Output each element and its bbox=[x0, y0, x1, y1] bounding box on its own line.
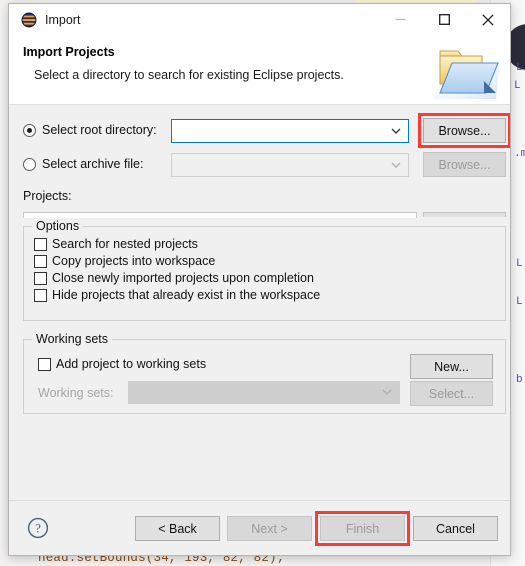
finish-button: Finish bbox=[320, 516, 405, 541]
chevron-down-icon bbox=[391, 162, 401, 168]
dialog-footer: ? < Back Next > Finish Cancel bbox=[9, 500, 510, 555]
option-hide-existing[interactable]: Hide projects that already exist in the … bbox=[34, 288, 505, 302]
select-working-set-button: Select... bbox=[410, 381, 493, 406]
projects-listbox[interactable] bbox=[23, 212, 417, 218]
chevron-down-icon bbox=[382, 389, 392, 395]
select-root-directory-radio[interactable]: Select root directory: bbox=[23, 123, 173, 137]
radio-indicator bbox=[23, 157, 36, 171]
dialog-title: Import bbox=[45, 12, 81, 27]
browse-archive-button: Browse... bbox=[423, 152, 506, 177]
cancel-button[interactable]: Cancel bbox=[413, 516, 498, 541]
chevron-down-icon bbox=[391, 128, 401, 134]
checkbox-indicator bbox=[34, 288, 47, 302]
option-label: Search for nested projects bbox=[52, 237, 198, 251]
options-group: Options Search for nested projects Copy … bbox=[23, 219, 506, 321]
option-close-after-import[interactable]: Close newly imported projects upon compl… bbox=[34, 271, 505, 285]
background-snippet: b bbox=[516, 374, 523, 386]
help-question-icon[interactable]: ? bbox=[27, 517, 49, 542]
radio-indicator bbox=[23, 123, 36, 137]
back-button[interactable]: < Back bbox=[135, 516, 220, 541]
minimize-button[interactable] bbox=[378, 4, 422, 35]
working-sets-field-label: Working sets: bbox=[38, 386, 114, 400]
options-legend: Options bbox=[32, 219, 84, 233]
option-label: Copy projects into workspace bbox=[52, 254, 216, 268]
option-label: Close newly imported projects upon compl… bbox=[52, 271, 314, 285]
dialog-titlebar[interactable]: Import bbox=[9, 4, 510, 35]
archive-file-combo[interactable] bbox=[171, 153, 409, 177]
select-archive-file-radio[interactable]: Select archive file: bbox=[23, 157, 173, 171]
background-snippet: L bbox=[516, 62, 523, 74]
option-search-nested[interactable]: Search for nested projects bbox=[34, 237, 505, 251]
close-button[interactable] bbox=[466, 4, 510, 35]
new-working-set-button[interactable]: New... bbox=[410, 354, 493, 379]
select-root-directory-label: Select root directory: bbox=[42, 123, 157, 137]
checkbox-indicator bbox=[34, 254, 47, 268]
next-button: Next > bbox=[227, 516, 312, 541]
add-project-to-working-sets-checkbox[interactable]: Add project to working sets bbox=[38, 357, 206, 371]
maximize-button[interactable] bbox=[422, 4, 466, 35]
option-copy-into-workspace[interactable]: Copy projects into workspace bbox=[34, 254, 505, 268]
dialog-header: Import Projects Select a directory to se… bbox=[9, 35, 510, 105]
checkbox-indicator bbox=[38, 357, 51, 371]
checkbox-indicator bbox=[34, 271, 47, 285]
option-label: Hide projects that already exist in the … bbox=[52, 288, 321, 302]
checkbox-indicator bbox=[34, 237, 47, 251]
background-snippet: L bbox=[514, 80, 521, 92]
dialog-body: Select root directory: Browse... Select … bbox=[9, 105, 510, 500]
import-dialog: Import Import Projects Select a director… bbox=[8, 3, 511, 556]
root-directory-combo[interactable] bbox=[171, 119, 409, 143]
working-sets-group: Working sets Add project to working sets… bbox=[23, 332, 506, 414]
select-archive-file-label: Select archive file: bbox=[42, 157, 144, 171]
working-sets-legend: Working sets bbox=[32, 332, 113, 346]
projects-side-button[interactable] bbox=[423, 212, 506, 217]
background-snippet: .m bbox=[514, 148, 525, 160]
browse-root-button[interactable]: Browse... bbox=[423, 118, 506, 143]
eclipse-icon bbox=[21, 12, 37, 28]
background-snippet: L bbox=[516, 296, 523, 308]
working-sets-combo bbox=[128, 381, 400, 404]
import-folder-icon bbox=[426, 37, 504, 103]
background-snippet: L bbox=[516, 258, 523, 270]
add-project-label: Add project to working sets bbox=[56, 357, 207, 371]
window-controls bbox=[378, 4, 510, 35]
projects-label: Projects: bbox=[23, 189, 72, 203]
svg-text:?: ? bbox=[35, 521, 41, 536]
